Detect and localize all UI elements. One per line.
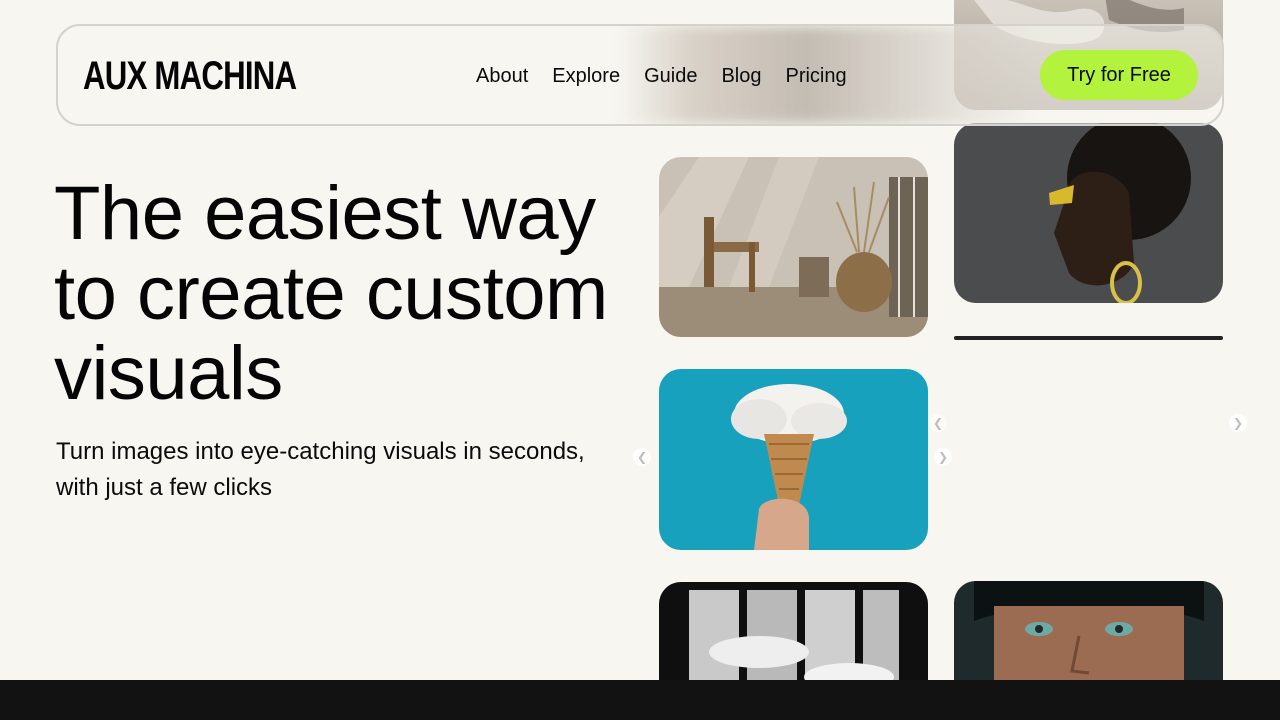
nav-link-about[interactable]: About xyxy=(476,63,528,89)
gallery-image-strip[interactable] xyxy=(954,336,1223,340)
nav-link-explore[interactable]: Explore xyxy=(552,63,620,89)
navbar: AUX MACHINA About Explore Guide Blog Pri… xyxy=(56,24,1224,126)
bottom-bar xyxy=(0,680,1280,720)
logo[interactable]: AUX MACHINA xyxy=(83,53,297,99)
gallery-image-portrait[interactable] xyxy=(954,123,1223,303)
hero-subtitle: Turn images into eye-catching visuals in… xyxy=(56,438,585,501)
landing-page: ❮ ❯ ❮ ❯ AUX MACHINA About Explore Guide … xyxy=(0,0,1280,720)
gallery-image-icecream[interactable] xyxy=(659,369,928,550)
gallery-image-interior[interactable] xyxy=(659,157,928,337)
nav-link-blog[interactable]: Blog xyxy=(721,63,761,89)
nav-link-pricing[interactable]: Pricing xyxy=(785,63,846,89)
chevron-right-icon[interactable]: ❯ xyxy=(934,448,952,466)
chevron-left-icon[interactable]: ❮ xyxy=(929,414,947,432)
chevron-left-icon[interactable]: ❮ xyxy=(633,448,651,466)
try-for-free-button[interactable]: Try for Free xyxy=(1040,50,1198,100)
nav-links: About Explore Guide Blog Pricing xyxy=(476,63,847,89)
chevron-right-icon[interactable]: ❯ xyxy=(1229,414,1247,432)
hero-title: The easiest way to create custom visuals xyxy=(54,171,608,416)
nav-link-guide[interactable]: Guide xyxy=(644,63,697,89)
